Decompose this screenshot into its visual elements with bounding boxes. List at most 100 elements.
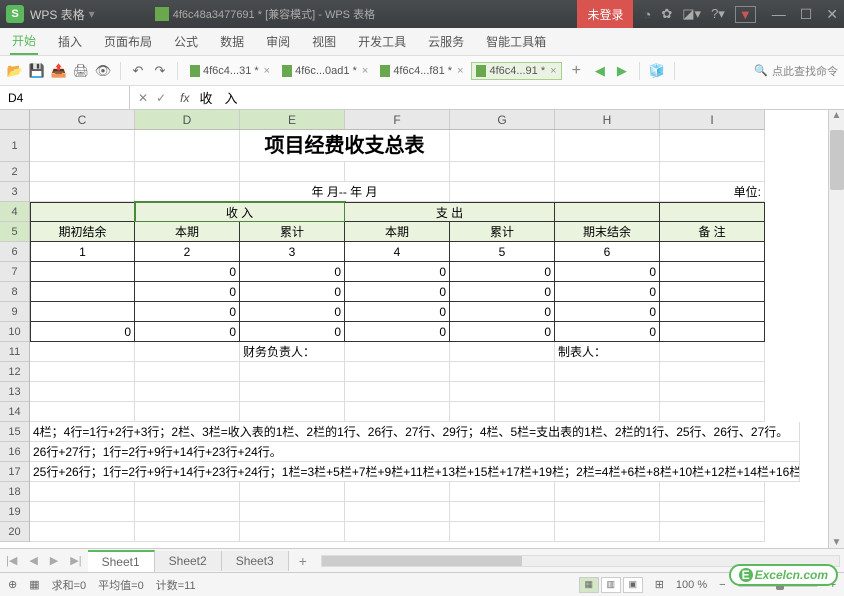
menu-dev[interactable]: 开发工具 bbox=[356, 29, 408, 54]
cell[interactable] bbox=[555, 182, 660, 202]
row-header[interactable]: 19 bbox=[0, 502, 29, 522]
header-end[interactable]: 期末结余 bbox=[555, 222, 660, 242]
note-cell[interactable]: 26行+27行；1行=2行+9行+14行+23行+24行。 bbox=[30, 442, 800, 462]
maximize-button[interactable]: ☐ bbox=[800, 6, 813, 23]
view-normal-button[interactable]: ▦ bbox=[579, 577, 599, 593]
data-cell[interactable]: 0 bbox=[240, 282, 345, 302]
row-header[interactable]: 4 bbox=[0, 202, 29, 222]
menu-smart[interactable]: 智能工具箱 bbox=[484, 29, 548, 54]
row-header[interactable]: 15 bbox=[0, 422, 29, 442]
cell[interactable] bbox=[450, 482, 555, 502]
row-header[interactable]: 7 bbox=[0, 262, 29, 282]
cell[interactable] bbox=[240, 402, 345, 422]
cell[interactable] bbox=[555, 130, 660, 162]
cell[interactable] bbox=[135, 482, 240, 502]
col-num[interactable]: 2 bbox=[135, 242, 240, 262]
sheet-tab[interactable]: Sheet3 bbox=[222, 551, 289, 571]
cell[interactable] bbox=[555, 402, 660, 422]
cell[interactable] bbox=[135, 522, 240, 542]
add-tab-button[interactable]: + bbox=[572, 62, 581, 80]
cell[interactable] bbox=[135, 342, 240, 362]
data-cell[interactable]: 0 bbox=[240, 322, 345, 342]
menu-insert[interactable]: 插入 bbox=[56, 29, 84, 54]
cell[interactable] bbox=[660, 322, 765, 342]
menu-review[interactable]: 审阅 bbox=[264, 29, 292, 54]
preview-icon[interactable]: 👁 bbox=[94, 62, 112, 80]
sheet-tab-active[interactable]: Sheet1 bbox=[88, 550, 155, 572]
maker[interactable]: 制表人： bbox=[555, 342, 660, 362]
period[interactable]: 年 月-- 年 月 bbox=[240, 182, 450, 202]
tab-prev-icon[interactable]: ◀ bbox=[591, 62, 609, 80]
formula-input[interactable] bbox=[195, 90, 844, 105]
data-cell[interactable]: 0 bbox=[135, 282, 240, 302]
cell[interactable] bbox=[135, 182, 240, 202]
name-box[interactable] bbox=[0, 86, 130, 109]
doc-tab[interactable]: 4f6c4...f81 *× bbox=[376, 63, 467, 79]
cell[interactable] bbox=[135, 130, 240, 162]
data-cell[interactable]: 0 bbox=[345, 302, 450, 322]
row-header[interactable]: 14 bbox=[0, 402, 29, 422]
cell[interactable] bbox=[30, 130, 135, 162]
col-num[interactable]: 3 bbox=[240, 242, 345, 262]
doc-tab[interactable]: 4f6c4...31 *× bbox=[186, 63, 274, 79]
header-begin[interactable]: 期初结余 bbox=[30, 222, 135, 242]
column-header[interactable]: G bbox=[450, 110, 555, 129]
cell[interactable] bbox=[450, 362, 555, 382]
cell[interactable] bbox=[345, 342, 450, 362]
cell[interactable] bbox=[555, 382, 660, 402]
menu-cloud[interactable]: 云服务 bbox=[426, 29, 466, 54]
cell[interactable] bbox=[660, 162, 765, 182]
data-cell[interactable] bbox=[30, 302, 135, 322]
cell[interactable] bbox=[450, 502, 555, 522]
close-tab-icon[interactable]: × bbox=[362, 65, 368, 77]
cell[interactable] bbox=[30, 342, 135, 362]
row-header[interactable]: 9 bbox=[0, 302, 29, 322]
vertical-scrollbar[interactable]: ▲ ▼ bbox=[828, 110, 844, 548]
doc-tab[interactable]: 4f6c...0ad1 *× bbox=[278, 63, 372, 79]
data-cell[interactable]: 0 bbox=[555, 262, 660, 282]
share-icon[interactable]: 🧊 bbox=[648, 62, 666, 80]
cell[interactable] bbox=[135, 162, 240, 182]
header-sum[interactable]: 累计 bbox=[240, 222, 345, 242]
unit[interactable]: 单位: bbox=[660, 182, 765, 202]
add-sheet-button[interactable]: + bbox=[289, 553, 317, 569]
accept-formula-icon[interactable]: ✓ bbox=[156, 91, 166, 105]
data-cell[interactable]: 0 bbox=[345, 322, 450, 342]
menu-view[interactable]: 视图 bbox=[310, 29, 338, 54]
row-header[interactable]: 20 bbox=[0, 522, 29, 542]
column-header[interactable]: E bbox=[240, 110, 345, 129]
name-box-input[interactable] bbox=[8, 91, 121, 105]
column-header[interactable]: F bbox=[345, 110, 450, 129]
row-header[interactable]: 1 bbox=[0, 130, 29, 162]
cancel-formula-icon[interactable]: ✕ bbox=[138, 91, 148, 105]
menu-data[interactable]: 数据 bbox=[218, 29, 246, 54]
login-button[interactable]: 未登录 bbox=[577, 0, 633, 28]
close-tab-icon[interactable]: × bbox=[264, 65, 270, 77]
data-cell[interactable]: 0 bbox=[135, 262, 240, 282]
cell[interactable] bbox=[30, 482, 135, 502]
data-cell[interactable]: 0 bbox=[135, 302, 240, 322]
cell[interactable] bbox=[660, 130, 765, 162]
close-button[interactable]: ✕ bbox=[826, 6, 838, 23]
row-header[interactable]: 8 bbox=[0, 282, 29, 302]
save-icon[interactable]: 💾 bbox=[28, 62, 46, 80]
cell[interactable] bbox=[450, 342, 555, 362]
cell[interactable] bbox=[135, 402, 240, 422]
cell[interactable] bbox=[555, 522, 660, 542]
data-cell[interactable]: 0 bbox=[135, 322, 240, 342]
header-income[interactable]: 收 入 bbox=[135, 202, 345, 222]
cell[interactable] bbox=[240, 162, 345, 182]
row-header[interactable]: 6 bbox=[0, 242, 29, 262]
cell[interactable] bbox=[345, 402, 450, 422]
redo-icon[interactable]: ↷ bbox=[151, 62, 169, 80]
gear-icon[interactable]: ✿ bbox=[661, 6, 672, 22]
cell[interactable] bbox=[345, 482, 450, 502]
cell[interactable] bbox=[345, 382, 450, 402]
row-header[interactable]: 13 bbox=[0, 382, 29, 402]
row-header[interactable]: 2 bbox=[0, 162, 29, 182]
row-header[interactable]: 5 bbox=[0, 222, 29, 242]
sheet-last-icon[interactable]: ▶| bbox=[64, 554, 87, 567]
sheet-prev-icon[interactable]: ◀ bbox=[23, 554, 43, 567]
row-header[interactable]: 17 bbox=[0, 462, 29, 482]
menu-formula[interactable]: 公式 bbox=[172, 29, 200, 54]
